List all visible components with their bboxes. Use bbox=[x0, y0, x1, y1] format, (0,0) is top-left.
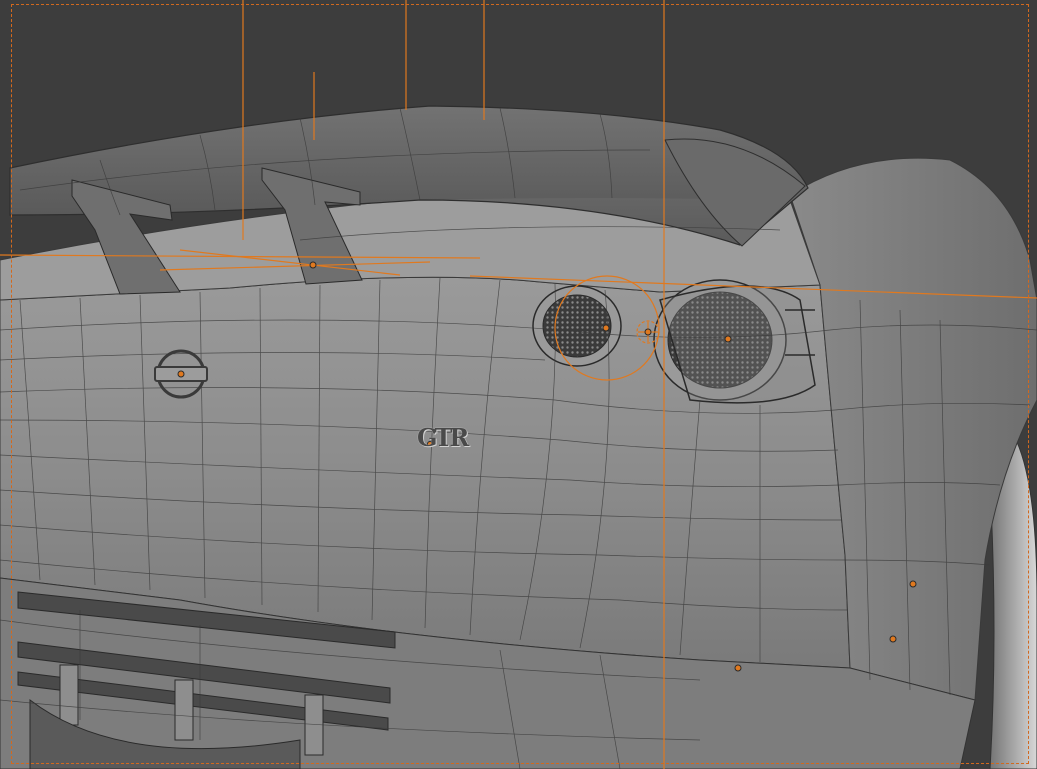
3d-viewport[interactable]: GTR bbox=[0, 0, 1037, 769]
gtr-emblem-badge: GTR bbox=[417, 423, 469, 452]
viewport-scene[interactable] bbox=[0, 0, 1037, 769]
